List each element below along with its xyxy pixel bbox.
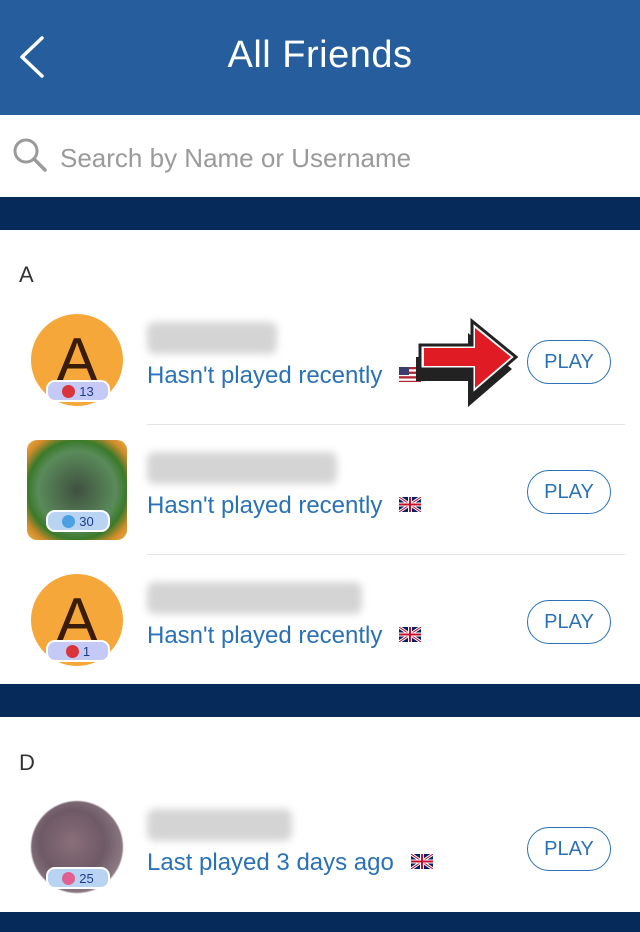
search-bar xyxy=(0,115,640,197)
uk-flag-icon xyxy=(399,497,422,513)
friend-name-blurred xyxy=(147,582,362,614)
header-bar: All Friends xyxy=(0,0,640,115)
friend-name-blurred xyxy=(147,452,337,484)
row-divider xyxy=(147,424,625,425)
section-separator xyxy=(0,684,640,717)
search-input[interactable] xyxy=(58,137,622,179)
friend-status: Last played 3 days ago xyxy=(147,849,433,877)
friend-row[interactable]: A 13 Hasn't played recently PLAY xyxy=(0,304,640,434)
friend-row[interactable]: A 1 Hasn't played recently PLAY xyxy=(0,564,640,694)
arrow-right-icon xyxy=(416,317,519,407)
badge-icon xyxy=(62,514,76,528)
friend-row[interactable]: 25 Last played 3 days ago PLAY xyxy=(0,791,640,921)
friend-status: Hasn't played recently xyxy=(147,492,422,520)
friend-status: Hasn't played recently xyxy=(147,362,422,390)
play-button[interactable]: PLAY xyxy=(527,340,611,384)
play-button[interactable]: PLAY xyxy=(527,470,611,514)
uk-flag-icon xyxy=(399,627,422,643)
level-badge: 1 xyxy=(46,640,110,662)
badge-icon xyxy=(65,644,79,658)
badge-icon xyxy=(62,871,76,885)
level-badge: 13 xyxy=(46,380,110,402)
uk-flag-icon xyxy=(410,854,433,870)
level-badge: 25 xyxy=(46,867,110,889)
play-button[interactable]: PLAY xyxy=(527,827,611,871)
search-icon xyxy=(13,138,47,172)
section-header-a: A xyxy=(19,262,34,287)
section-separator xyxy=(0,197,640,230)
friend-row[interactable]: 30 Hasn't played recently PLAY xyxy=(0,434,640,564)
page-title: All Friends xyxy=(227,34,413,76)
badge-icon xyxy=(62,384,76,398)
friend-name-blurred xyxy=(147,809,292,841)
section-header-d: D xyxy=(19,750,35,775)
row-divider xyxy=(147,554,625,555)
friend-name-blurred xyxy=(147,322,277,354)
friend-status: Hasn't played recently xyxy=(147,622,422,650)
play-button[interactable]: PLAY xyxy=(527,600,611,644)
level-badge: 30 xyxy=(46,510,110,532)
section-separator xyxy=(0,912,640,932)
